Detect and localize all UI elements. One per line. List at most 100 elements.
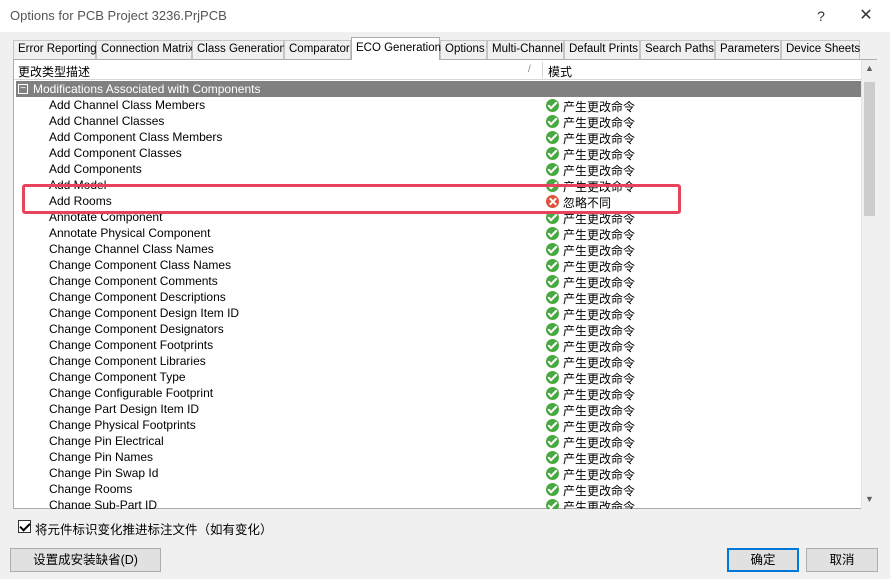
check-icon xyxy=(546,227,559,240)
row-change-type: Change Physical Footprints xyxy=(49,418,196,432)
check-icon xyxy=(546,371,559,384)
row-change-type: Change Component Designators xyxy=(49,322,224,336)
table-row[interactable]: Change Component Comments 产生更改命令 xyxy=(14,273,861,290)
row-change-type: Annotate Component xyxy=(49,210,163,224)
table-row[interactable]: Change Component Class Names 产生更改命令 xyxy=(14,257,861,274)
set-installation-defaults-button[interactable]: 设置成安装缺省(D) xyxy=(10,548,161,572)
table-row[interactable]: Annotate Physical Component 产生更改命令 xyxy=(14,225,861,242)
table-row[interactable]: Change Component Type 产生更改命令 xyxy=(14,369,861,386)
table-row[interactable]: Change Rooms 产生更改命令 xyxy=(14,481,861,498)
check-icon xyxy=(546,403,559,416)
scroll-down-icon[interactable]: ▼ xyxy=(865,494,874,504)
check-icon xyxy=(546,307,559,320)
help-button[interactable]: ? xyxy=(810,5,832,27)
scroll-thumb[interactable] xyxy=(864,82,875,216)
row-change-type: Change Part Design Item ID xyxy=(49,402,200,416)
row-change-type: Change Component Design Item ID xyxy=(49,306,240,320)
eco-options-list: 更改类型描述 / 模式 − Modifications Associated w… xyxy=(13,59,877,509)
table-row[interactable]: Change Pin Names 产生更改命令 xyxy=(14,449,861,466)
row-change-type: Change Pin Swap Id xyxy=(49,466,159,480)
row-change-type: Change Configurable Footprint xyxy=(49,386,214,400)
row-change-type: Change Rooms xyxy=(49,482,133,496)
row-change-type: Add Rooms xyxy=(49,194,112,208)
title-bar: Options for PCB Project 3236.PrjPCB ? ✕ xyxy=(0,0,890,32)
check-icon xyxy=(546,435,559,448)
row-change-type: Add Model xyxy=(49,178,107,192)
ok-button[interactable]: 确定 xyxy=(727,548,799,572)
scroll-up-icon[interactable]: ▲ xyxy=(865,63,874,73)
table-row[interactable]: Change Component Descriptions 产生更改命令 xyxy=(14,289,861,306)
table-row[interactable]: Change Component Designators 产生更改命令 xyxy=(14,321,861,338)
table-row[interactable]: Change Configurable Footprint 产生更改命令 xyxy=(14,385,861,402)
list-header: 更改类型描述 / 模式 xyxy=(14,60,861,80)
check-icon xyxy=(546,451,559,464)
column-header-mode[interactable]: 模式 xyxy=(548,63,572,80)
table-row[interactable]: Add Component Class Members 产生更改命令 xyxy=(14,129,861,146)
row-change-type: Change Component Type xyxy=(49,370,186,384)
close-button[interactable]: ✕ xyxy=(855,5,877,27)
table-row[interactable]: Add Rooms 忽略不同 xyxy=(14,193,861,210)
check-icon xyxy=(546,483,559,496)
table-row[interactable]: Change Component Libraries 产生更改命令 xyxy=(14,353,861,370)
tab-default-prints[interactable]: Default Prints xyxy=(564,40,640,59)
collapse-icon[interactable]: − xyxy=(18,84,28,94)
table-row[interactable]: Change Component Footprints 产生更改命令 xyxy=(14,337,861,354)
check-icon xyxy=(546,259,559,272)
table-row[interactable]: Add Channel Classes 产生更改命令 xyxy=(14,113,861,130)
row-change-type: Add Components xyxy=(49,162,142,176)
tab-search-paths[interactable]: Search Paths xyxy=(640,40,715,59)
check-icon xyxy=(546,419,559,432)
table-row[interactable]: Annotate Component 产生更改命令 xyxy=(14,209,861,226)
table-row[interactable]: Change Part Design Item ID 产生更改命令 xyxy=(14,401,861,418)
table-row[interactable]: Change Pin Electrical 产生更改命令 xyxy=(14,433,861,450)
row-mode-label: 产生更改命令 xyxy=(563,500,636,509)
ignore-icon xyxy=(546,195,559,208)
tab-class-generation[interactable]: Class Generation xyxy=(192,40,286,59)
tab-connection-matrix[interactable]: Connection Matrix xyxy=(96,40,194,59)
row-change-type: Annotate Physical Component xyxy=(49,226,211,240)
row-change-type: Change Component Footprints xyxy=(49,338,214,352)
check-icon xyxy=(546,323,559,336)
push-designator-changes-checkbox[interactable] xyxy=(18,520,31,533)
cancel-button[interactable]: 取消 xyxy=(806,548,878,572)
tab-device-sheets[interactable]: Device Sheets xyxy=(781,40,860,59)
tab-multi-channel[interactable]: Multi-Channel xyxy=(487,40,564,59)
group-row-components[interactable]: − Modifications Associated with Componen… xyxy=(16,81,861,97)
row-change-type: Change Component Comments xyxy=(49,274,218,288)
row-change-type: Add Component Class Members xyxy=(49,130,223,144)
rows-container: Add Channel Class Members 产生更改命令 Add Chann… xyxy=(14,97,861,509)
check-icon xyxy=(546,339,559,352)
table-row[interactable]: Change Sub-Part ID 产生更改命令 xyxy=(14,497,861,509)
vertical-scrollbar[interactable]: ▲ ▼ xyxy=(861,60,877,509)
table-row[interactable]: Change Channel Class Names 产生更改命令 xyxy=(14,241,861,258)
tab-error-reporting[interactable]: Error Reporting xyxy=(13,40,97,59)
row-change-type: Change Sub-Part ID xyxy=(49,498,158,509)
check-icon xyxy=(546,291,559,304)
sort-indicator: / xyxy=(528,64,531,75)
tab-eco-generation[interactable]: ECO Generation xyxy=(351,37,441,60)
tab-comparator[interactable]: Comparator xyxy=(284,40,351,59)
column-header-description[interactable]: 更改类型描述 xyxy=(18,63,90,80)
table-row[interactable]: Add Model 产生更改命令 xyxy=(14,177,861,194)
column-divider[interactable] xyxy=(542,62,543,78)
tab-parameters[interactable]: Parameters xyxy=(715,40,781,59)
row-change-type: Add Channel Class Members xyxy=(49,98,206,112)
check-icon xyxy=(546,179,559,192)
row-change-type: Change Component Descriptions xyxy=(49,290,226,304)
row-change-type: Change Channel Class Names xyxy=(49,242,214,256)
table-row[interactable]: Add Component Classes 产生更改命令 xyxy=(14,145,861,162)
check-icon xyxy=(546,387,559,400)
table-row[interactable]: Change Component Design Item ID 产生更改命令 xyxy=(14,305,861,322)
table-row[interactable]: Add Components 产生更改命令 xyxy=(14,161,861,178)
check-icon xyxy=(546,467,559,480)
row-change-type: Change Component Libraries xyxy=(49,354,206,368)
row-change-type: Add Component Classes xyxy=(49,146,182,160)
group-label: Modifications Associated with Components xyxy=(33,82,261,96)
tab-options[interactable]: Options xyxy=(440,40,487,59)
table-row[interactable]: Add Channel Class Members 产生更改命令 xyxy=(14,97,861,114)
table-row[interactable]: Change Pin Swap Id 产生更改命令 xyxy=(14,465,861,482)
check-icon xyxy=(546,115,559,128)
window-title: Options for PCB Project 3236.PrjPCB xyxy=(10,8,227,23)
table-row[interactable]: Change Physical Footprints 产生更改命令 xyxy=(14,417,861,434)
row-change-type: Change Component Class Names xyxy=(49,258,232,272)
